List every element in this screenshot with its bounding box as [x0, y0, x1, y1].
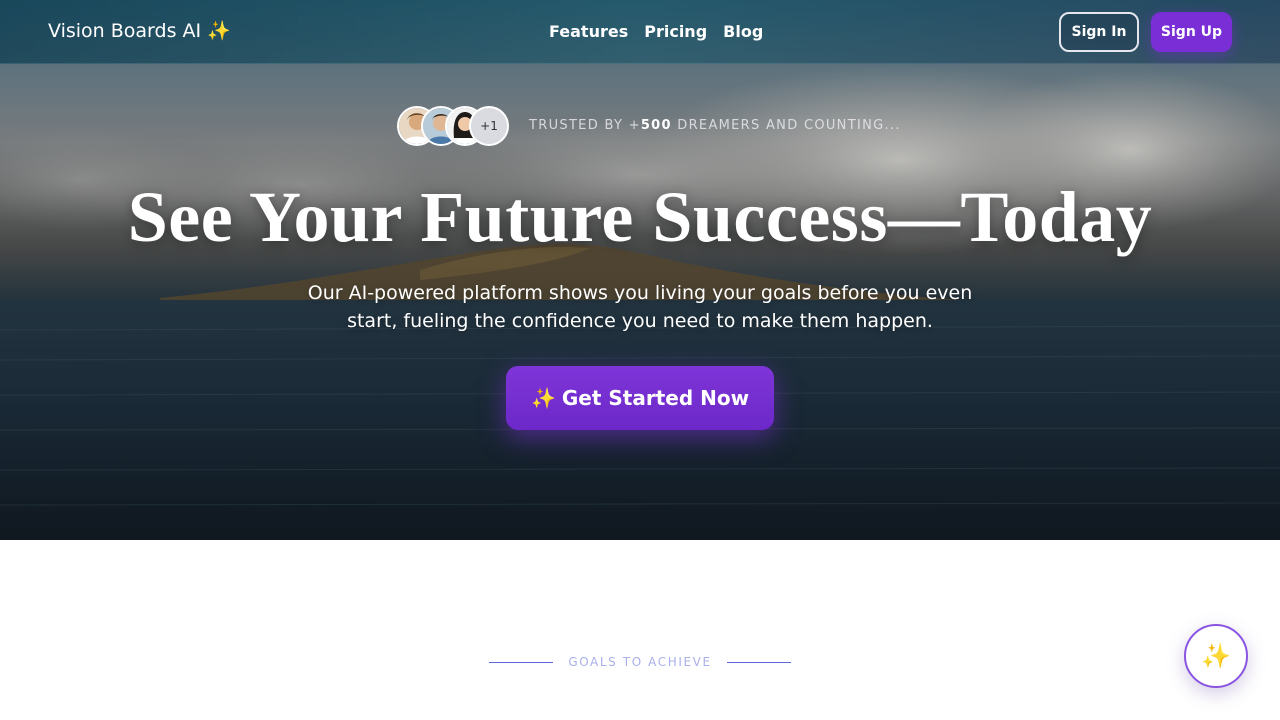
nav-links: Features Pricing Blog: [549, 22, 763, 41]
get-started-button[interactable]: ✨ Get Started Now: [506, 366, 774, 430]
hero-section: Vision Boards AI ✨ Features Pricing Blog…: [0, 0, 1280, 540]
sparkles-icon: ✨: [530, 386, 556, 410]
trust-text: TRUSTED BY +500 DREAMERS AND COUNTING...: [529, 118, 901, 133]
trust-suffix: DREAMERS AND COUNTING...: [671, 118, 901, 133]
trust-prefix: TRUSTED BY +: [529, 118, 641, 133]
avatar-stack: +1: [397, 106, 509, 146]
nav-link-blog[interactable]: Blog: [723, 22, 763, 41]
nav-link-pricing[interactable]: Pricing: [644, 22, 707, 41]
assistant-fab-button[interactable]: ✨: [1184, 624, 1248, 688]
hero-headline: See Your Future Success—Today: [127, 177, 1153, 257]
sign-in-button[interactable]: Sign In: [1059, 12, 1139, 52]
eyebrow-divider-right: [727, 661, 791, 663]
goals-eyebrow: GOALS TO ACHIEVE: [489, 654, 791, 670]
goals-eyebrow-label: GOALS TO ACHIEVE: [568, 655, 712, 669]
get-started-label: Get Started Now: [561, 386, 750, 410]
nav-link-features[interactable]: Features: [549, 22, 628, 41]
eyebrow-divider-left: [489, 661, 553, 663]
sparkles-icon: ✨: [1201, 642, 1231, 670]
avatar-more-count: +1: [469, 106, 509, 146]
trust-badge: +1 TRUSTED BY +500 DREAMERS AND COUNTING…: [397, 106, 899, 146]
hero-subheadline: Our AI-powered platform shows you living…: [307, 282, 973, 332]
top-navbar: Vision Boards AI ✨ Features Pricing Blog…: [0, 0, 1280, 64]
trust-count: 500: [640, 118, 672, 133]
brand-logo-text[interactable]: Vision Boards AI ✨: [48, 19, 231, 42]
hero-overlay: [0, 0, 1280, 540]
sign-up-button[interactable]: Sign Up: [1151, 12, 1232, 52]
